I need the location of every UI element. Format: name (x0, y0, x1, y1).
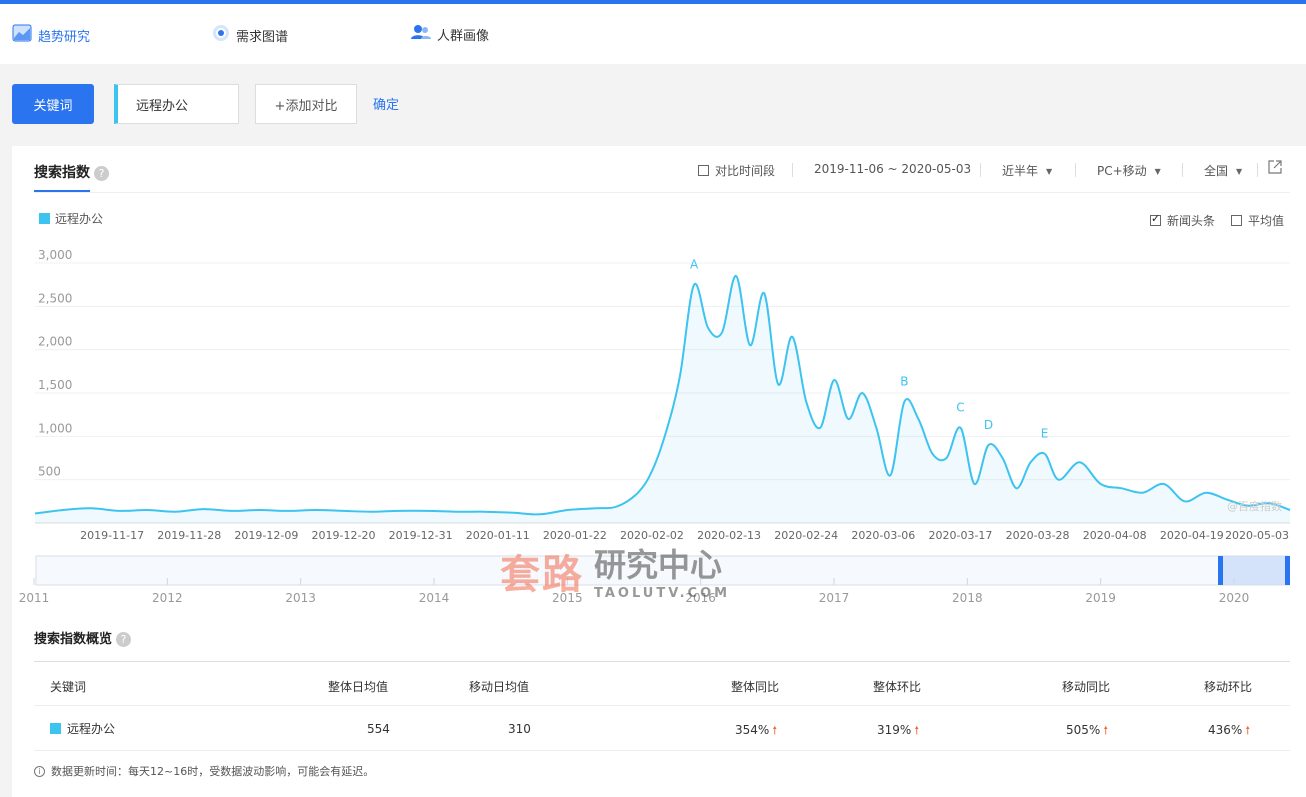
row-keyword: 远程办公 (50, 720, 115, 737)
row-mobile-yoy: 505% 🠕 (1066, 722, 1108, 741)
y-tick-label: 500 (38, 465, 61, 479)
range-year-label: 2011 (19, 591, 50, 605)
nav-item-label: 趋势研究 (38, 29, 91, 45)
arrow-up-icon: 🠕 (1245, 724, 1251, 737)
annotation-a[interactable]: A (690, 258, 699, 272)
range-handle-right[interactable] (1285, 556, 1290, 585)
range-window[interactable] (1220, 556, 1289, 585)
help-icon[interactable]: ? (116, 632, 132, 647)
y-tick-label: 1,500 (38, 378, 72, 392)
search-index-card: 搜索指数? 对比时间段 2019-11-06 ~ 2020-05-03 近半年 ▼… (12, 146, 1306, 797)
confirm-button[interactable]: 确定 (373, 94, 399, 113)
y-tick-label: 3,000 (38, 248, 72, 262)
table-row: 远程办公 554 310 354% 🠕 319% 🠕 505% 🠕 436% 🠕 (34, 706, 1290, 751)
nav-item-trend[interactable]: 趋势研究 (12, 24, 90, 46)
nav-item-label: 人群画像 (437, 28, 490, 44)
row-mobile-avg: 310 (508, 722, 531, 736)
annotation-b[interactable]: B (900, 375, 908, 389)
legend-swatch (50, 723, 61, 734)
header-overall-mom: 整体环比 (873, 680, 922, 694)
x-tick-label: 2020-05-03 (1225, 529, 1289, 542)
chart-watermark: @百度指数 (1227, 499, 1282, 513)
update-note: i 数据更新时间：每天12~16时，受数据波动影响，可能会有延迟。 (34, 763, 374, 779)
update-note-text: 数据更新时间：每天12~16时，受数据波动影响，可能会有延迟。 (51, 765, 375, 778)
range-handle-left[interactable] (1218, 556, 1223, 585)
info-icon: i (34, 765, 45, 777)
keyword-input[interactable]: 远程办公 (114, 84, 239, 124)
header-mobile-avg: 移动日均值 (469, 680, 530, 694)
x-tick-label: 2020-02-13 (697, 529, 761, 542)
range-selector[interactable] (33, 555, 1290, 586)
series-area (35, 275, 1290, 523)
x-tick-label: 2020-02-02 (620, 529, 684, 542)
annotation-e[interactable]: E (1041, 427, 1049, 441)
annotation-c[interactable]: C (956, 401, 964, 415)
x-tick-label: 2019-11-17 (80, 529, 144, 542)
x-tick-label: 2019-12-09 (234, 529, 298, 542)
row-overall-yoy: 354% 🠕 (735, 722, 777, 741)
range-year-label: 2012 (152, 591, 183, 605)
x-tick-label: 2020-03-28 (1006, 529, 1070, 542)
range-year-labels: 2011 2012 2013 2014 2015 2016 2017 2018 2019 2020 (19, 591, 1250, 605)
table-header-row: 关键词 整体日均值 移动日均值 整体同比 整体环比 移动同比 移动环比 (34, 661, 1290, 706)
x-tick-label: 2020-01-22 (543, 529, 607, 542)
nav-item-people[interactable]: 人群画像 (411, 24, 489, 44)
x-tick-label: 2020-02-24 (774, 529, 838, 542)
arrow-up-icon: 🠕 (772, 724, 778, 737)
x-tick-label: 2020-04-19 (1160, 529, 1224, 542)
mobile-mom-value: 436% (1208, 723, 1243, 737)
overview-title: 搜索指数概览? (34, 628, 132, 647)
x-tick-label: 2020-01-11 (466, 529, 530, 542)
arrow-up-icon: 🠕 (1103, 724, 1109, 737)
row-overall-mom: 319% 🠕 (877, 722, 919, 741)
x-tick-label: 2019-11-28 (157, 529, 221, 542)
x-axis: 2019-11-17 2019-11-28 2019-12-09 2019-12-20… (80, 529, 1289, 542)
range-year-label: 2013 (285, 591, 316, 605)
range-year-label: 2018 (952, 591, 983, 605)
y-tick-label: 2,500 (38, 291, 72, 305)
trend-icon (12, 24, 32, 46)
x-tick-label: 2020-03-06 (851, 529, 915, 542)
header-mobile-yoy: 移动同比 (1062, 680, 1111, 694)
search-index-chart[interactable]: 3,0002,5002,0001,5001,000500 2019-11-17 2… (12, 146, 1306, 616)
range-year-label: 2020 (1219, 591, 1250, 605)
nav-item-demand[interactable]: 需求图谱 (212, 24, 288, 46)
y-axis: 3,000 2,500 2,000 1,500 1,000 500 (38, 248, 72, 479)
header-overall-avg: 整体日均值 (328, 680, 389, 694)
range-year-label: 2014 (419, 591, 450, 605)
row-keyword-label: 远程办公 (67, 722, 116, 736)
x-tick-label: 2020-04-08 (1083, 529, 1147, 542)
overview-table: 关键词 整体日均值 移动日均值 整体同比 整体环比 移动同比 移动环比 远程办公… (34, 661, 1290, 751)
people-icon (411, 24, 431, 44)
overview-title-label: 搜索指数概览 (34, 632, 113, 647)
range-year-label: 2019 (1085, 591, 1116, 605)
mobile-yoy-value: 505% (1066, 723, 1101, 737)
range-year-label: 2015 (552, 591, 583, 605)
y-tick-label: 1,000 (38, 421, 72, 435)
header-overall-yoy: 整体同比 (731, 680, 780, 694)
arrow-up-icon: 🠕 (914, 724, 920, 737)
keyword-button[interactable]: 关键词 (12, 84, 94, 124)
range-year-label: 2016 (685, 591, 716, 605)
row-mobile-mom: 436% 🠕 (1208, 722, 1250, 741)
x-tick-label: 2019-12-31 (389, 529, 453, 542)
x-tick-label: 2019-12-20 (312, 529, 376, 542)
overall-yoy-value: 354% (735, 723, 770, 737)
add-compare-button[interactable]: +添加对比 (255, 84, 357, 124)
overall-mom-value: 319% (877, 723, 912, 737)
row-overall-avg: 554 (367, 722, 390, 736)
x-tick-label: 2020-03-17 (929, 529, 993, 542)
y-tick-label: 2,000 (38, 335, 72, 349)
annotation-d[interactable]: D (984, 418, 993, 432)
radar-icon (212, 24, 230, 46)
top-nav: 趋势研究 需求图谱 人群画像 (0, 4, 1306, 64)
header-keyword: 关键词 (50, 680, 87, 694)
header-mobile-mom: 移动环比 (1204, 680, 1253, 694)
nav-item-label: 需求图谱 (236, 29, 289, 45)
range-year-label: 2017 (819, 591, 850, 605)
